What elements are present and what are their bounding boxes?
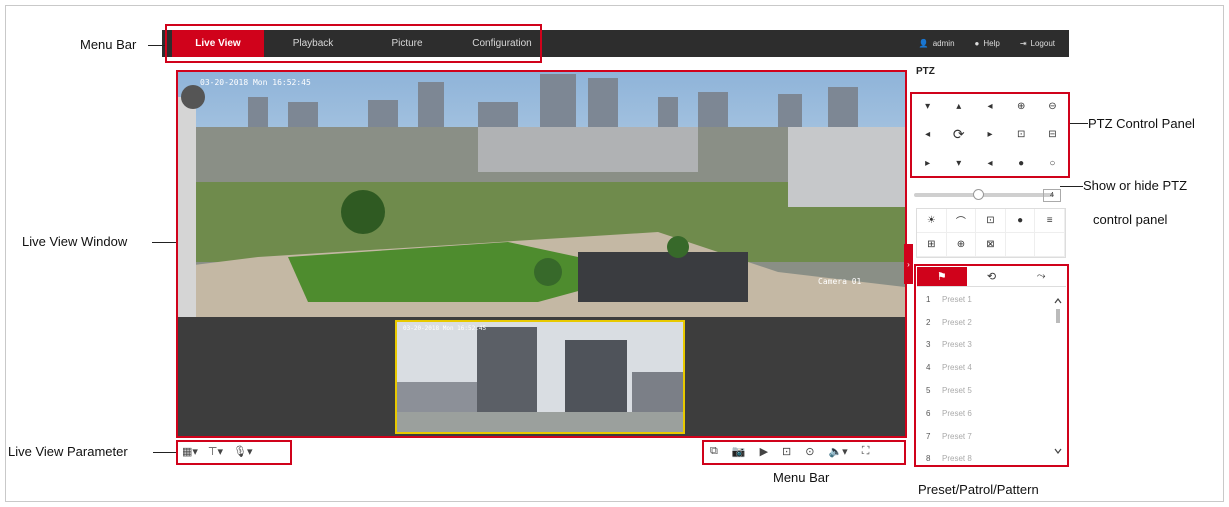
logout-link[interactable]: ⇥ Logout xyxy=(1020,39,1055,48)
ptz-title: PTZ xyxy=(916,66,935,77)
annotation-menu-bar-top: Menu Bar xyxy=(80,37,137,52)
manual-track-icon[interactable]: ⊞ xyxy=(917,233,947,257)
annotation-control-panel: control panel xyxy=(1093,212,1168,227)
user-links: 👤 admin ● Help ⇥ Logout xyxy=(919,30,1055,57)
menu-icon[interactable]: ≡ xyxy=(1035,209,1065,233)
ptz-speed-slider[interactable] xyxy=(914,189,1054,200)
logout-icon: ⇥ xyxy=(1019,39,1027,48)
annotation-leader xyxy=(153,452,176,453)
preset-panel-highlight xyxy=(914,264,1069,467)
show-hide-ptz-toggle[interactable]: › xyxy=(904,244,913,284)
help-link[interactable]: ● Help xyxy=(975,39,1000,48)
help-icon: ● xyxy=(974,39,980,48)
regional-exposure-icon[interactable]: ⊠ xyxy=(976,233,1006,257)
annotation-live-view-parameter: Live View Parameter xyxy=(8,444,128,459)
aux-focus-icon[interactable]: ⊡ xyxy=(976,209,1006,233)
slider-knob[interactable] xyxy=(973,189,984,200)
user-icon: 👤 xyxy=(918,39,929,48)
wiper-icon[interactable]: ⌒ xyxy=(946,209,977,233)
annotation-show-hide-ptz: Show or hide PTZ xyxy=(1083,178,1188,193)
logout-label: Logout xyxy=(1030,39,1055,48)
ptz-panel-highlight xyxy=(910,92,1070,178)
annotation-leader xyxy=(148,45,165,46)
ptz-speed-value: 4 xyxy=(1043,189,1061,202)
user-name: admin xyxy=(932,39,955,48)
live-view-highlight xyxy=(176,70,907,438)
annotation-leader xyxy=(1060,186,1083,187)
user-link[interactable]: 👤 admin xyxy=(919,39,955,48)
annotation-ptz-control-panel: PTZ Control Panel xyxy=(1088,116,1195,131)
annotation-menu-bar-bottom: Menu Bar xyxy=(773,470,830,485)
help-label: Help xyxy=(983,39,1000,48)
lens-init-icon[interactable]: ● xyxy=(1005,209,1036,233)
annotation-leader xyxy=(152,242,176,243)
ptz-functions: ☀ ⌒ ⊡ ● ≡ ⊞ ⊕ ⊠ xyxy=(916,208,1066,258)
light-icon[interactable]: ☀ xyxy=(917,209,947,233)
annotation-leader xyxy=(1070,123,1088,124)
empty-slot xyxy=(1035,233,1065,257)
annotation-live-view-window: Live View Window xyxy=(22,234,128,249)
annotation-preset-patrol-pattern: Preset/Patrol/Pattern xyxy=(918,482,1039,497)
menu-bar-bottom-highlight xyxy=(702,440,906,465)
menu-bar-highlight xyxy=(165,24,542,63)
3d-zoom-icon[interactable]: ⊕ xyxy=(946,233,977,257)
parameter-highlight xyxy=(176,440,292,465)
chevron-right-icon: › xyxy=(907,259,910,269)
empty-slot xyxy=(1005,233,1036,257)
